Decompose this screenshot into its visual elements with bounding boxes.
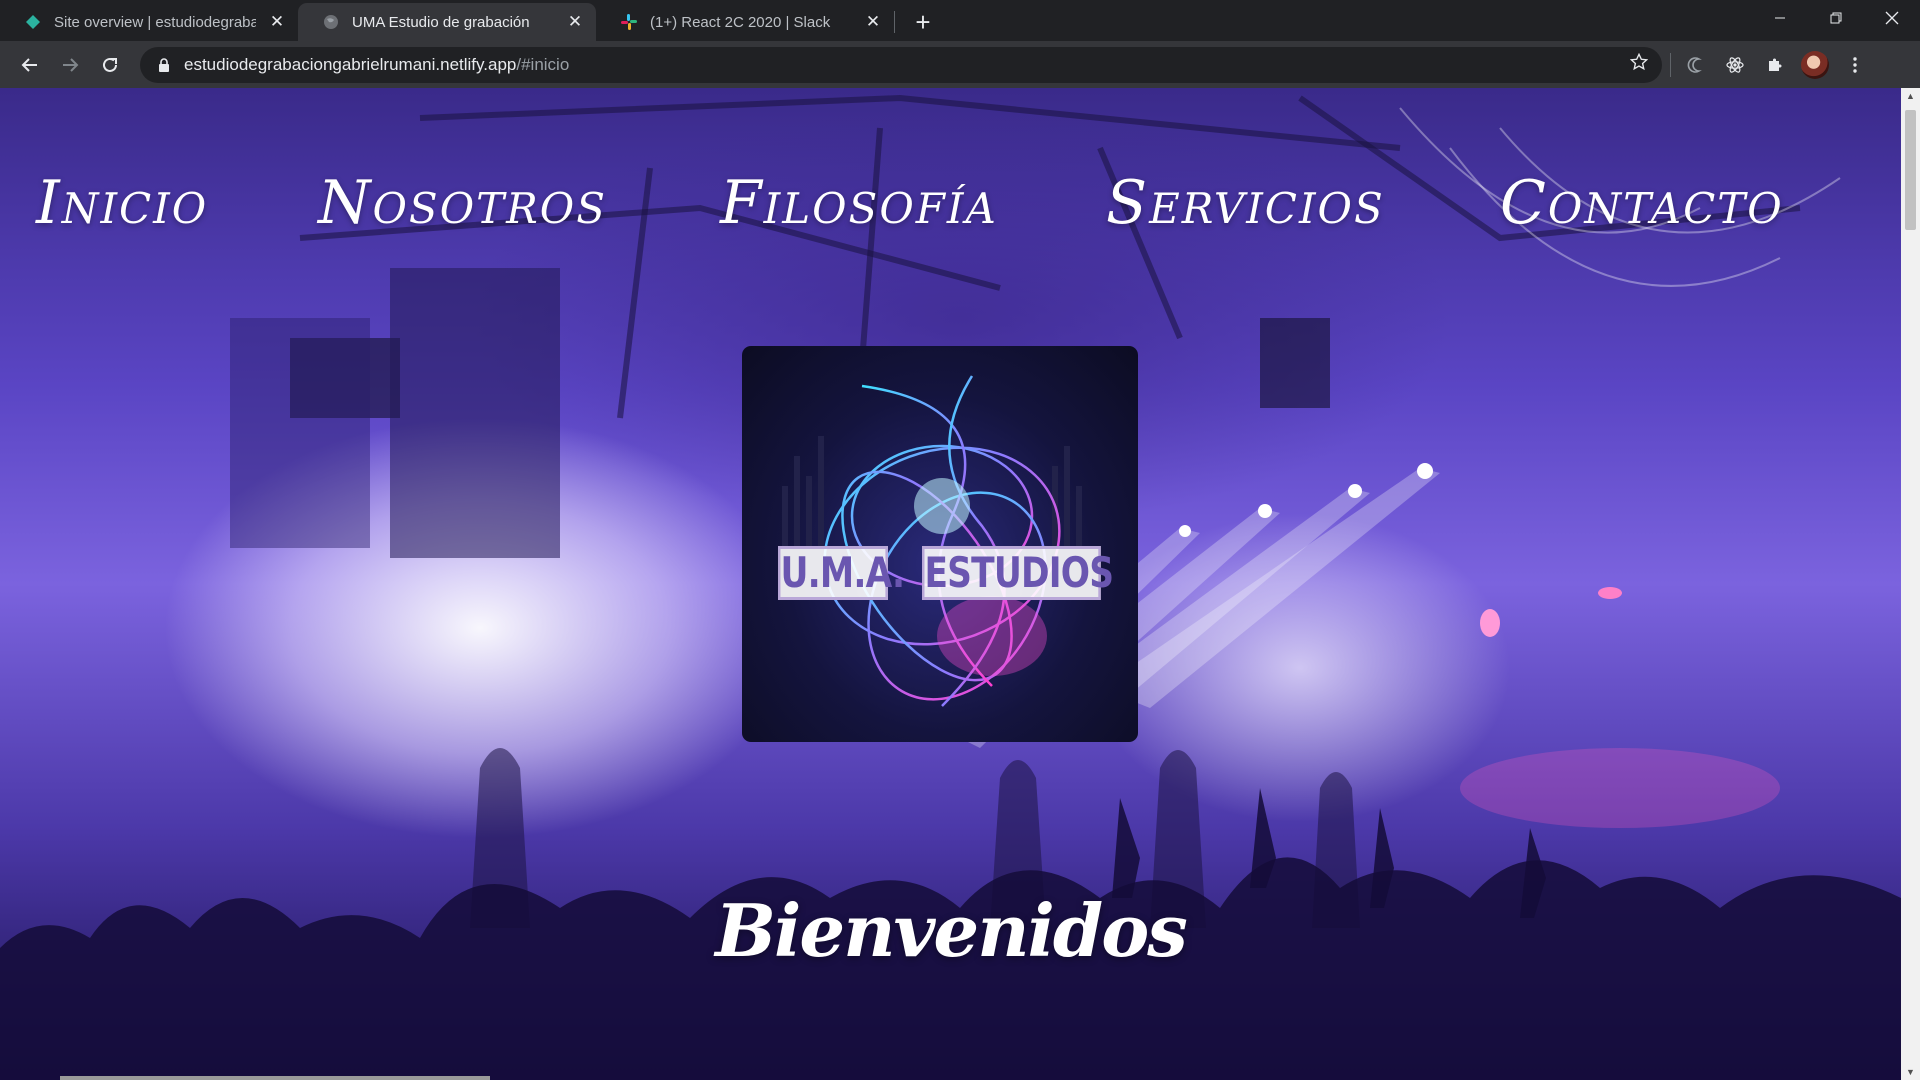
scroll-down-arrow-icon[interactable]: ▼ bbox=[1901, 1064, 1920, 1080]
studio-logo: U.M.A. ESTUDIOS bbox=[742, 346, 1138, 742]
close-icon[interactable]: ✕ bbox=[268, 13, 286, 31]
menu-kebab-icon[interactable] bbox=[1835, 45, 1875, 85]
restore-icon[interactable] bbox=[1808, 0, 1864, 36]
browser-toolbar: estudiodegrabaciongabrielrumani.netlify.… bbox=[0, 41, 1920, 88]
logo-text-uma: U.M.A. bbox=[778, 546, 905, 600]
logo-swirl-graphic bbox=[782, 375, 1082, 707]
tab-slack[interactable]: (1+) React 2C 2020 | Slack ✕ bbox=[596, 3, 894, 41]
reload-icon[interactable] bbox=[90, 45, 130, 85]
bookmark-star-icon[interactable] bbox=[1629, 52, 1649, 77]
vertical-scrollbar[interactable]: ▲ ▼ bbox=[1901, 88, 1920, 1080]
address-bar[interactable]: estudiodegrabaciongabrielrumani.netlify.… bbox=[140, 46, 1662, 83]
tab-separator bbox=[894, 11, 895, 33]
profile-avatar[interactable] bbox=[1795, 45, 1835, 85]
toolbar-divider bbox=[1670, 52, 1671, 77]
url-path: /#inicio bbox=[516, 54, 570, 74]
scroll-thumb[interactable] bbox=[1905, 110, 1916, 230]
extension-moon-icon[interactable] bbox=[1675, 45, 1715, 85]
nav-link-inicio[interactable]: Inicio bbox=[36, 158, 208, 248]
new-tab-button[interactable]: + bbox=[905, 3, 941, 41]
react-devtools-icon[interactable] bbox=[1715, 45, 1755, 85]
slack-icon bbox=[620, 13, 638, 31]
scroll-up-arrow-icon[interactable]: ▲ bbox=[1901, 88, 1920, 104]
tab-strip: Site overview | estudiodegrabacionga ✕ U… bbox=[0, 0, 1920, 41]
forward-arrow-icon[interactable] bbox=[50, 45, 90, 85]
welcome-heading: Bienvenidos bbox=[715, 888, 1188, 973]
site-navigation: Inicio Nosotros Filosofía Servicios Cont… bbox=[0, 158, 1901, 248]
lock-icon[interactable] bbox=[154, 57, 174, 72]
tab-site-overview[interactable]: Site overview | estudiodegrabacionga ✕ bbox=[0, 3, 298, 41]
close-icon[interactable]: ✕ bbox=[864, 13, 882, 31]
nav-link-filosofia[interactable]: Filosofía bbox=[720, 158, 998, 248]
url-text[interactable]: estudiodegrabaciongabrielrumani.netlify.… bbox=[184, 55, 569, 75]
avatar bbox=[1801, 50, 1829, 79]
window-controls bbox=[1752, 0, 1920, 41]
logo-text-estudios: ESTUDIOS bbox=[922, 546, 1114, 600]
minimize-icon[interactable] bbox=[1752, 0, 1808, 36]
close-icon[interactable]: ✕ bbox=[566, 13, 584, 31]
globe-icon bbox=[322, 13, 340, 31]
extensions-puzzle-icon[interactable] bbox=[1755, 45, 1795, 85]
back-arrow-icon[interactable] bbox=[10, 45, 50, 85]
tab-uma-estudio[interactable]: UMA Estudio de grabación ✕ bbox=[298, 3, 596, 41]
page-viewport: Inicio Nosotros Filosofía Servicios Cont… bbox=[0, 88, 1901, 1080]
netlify-diamond-icon bbox=[24, 13, 42, 31]
nav-link-servicios[interactable]: Servicios bbox=[1106, 158, 1385, 248]
horizontal-scroll-indicator[interactable] bbox=[60, 1076, 490, 1080]
nav-link-contacto[interactable]: Contacto bbox=[1500, 158, 1784, 248]
close-window-icon[interactable] bbox=[1864, 0, 1920, 36]
nav-link-nosotros[interactable]: Nosotros bbox=[318, 158, 607, 248]
tab-title: (1+) React 2C 2020 | Slack bbox=[650, 13, 831, 31]
tab-title: Site overview | estudiodegrabacionga bbox=[54, 13, 256, 31]
url-host: estudiodegrabaciongabrielrumani.netlify.… bbox=[184, 54, 517, 74]
tab-title: UMA Estudio de grabación bbox=[352, 13, 530, 31]
